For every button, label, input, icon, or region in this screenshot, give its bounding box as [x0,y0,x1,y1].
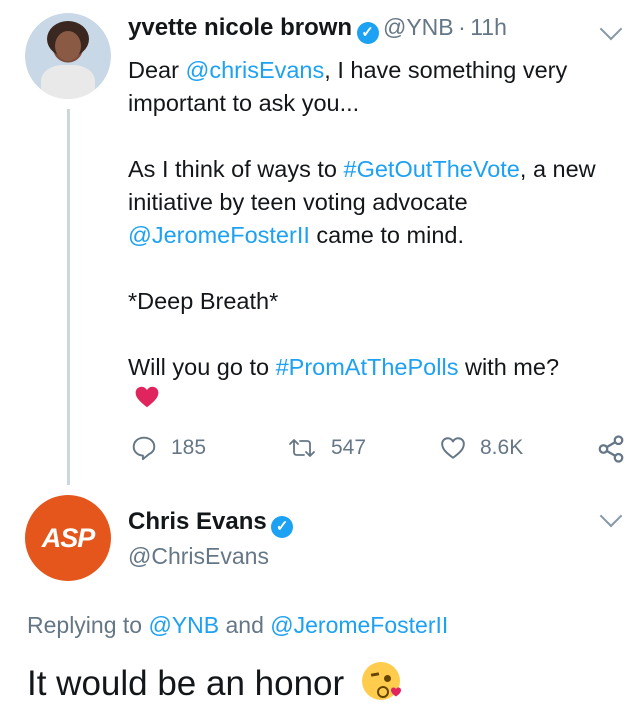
share-icon[interactable] [596,434,626,464]
avatar-shirt [41,65,95,99]
asp-logo-text: ASP [41,523,96,553]
mention-chrisevans[interactable]: @chrisEvans [185,57,324,83]
avatar-chris-evans[interactable]: ASP [25,495,111,581]
tweet-text-segment: As I think of ways to [128,156,344,182]
tweet-text-segment: came to mind. [309,222,464,248]
like-action[interactable]: 8.6K [440,435,523,461]
tweet-text-segment: Dear [128,57,186,83]
avatar-yvette-nicole-brown[interactable] [25,13,111,99]
verified-badge-icon: ✓ [271,516,294,538]
chevron-down-icon[interactable] [599,17,623,41]
replying-to-ynb[interactable]: @YNB [148,612,219,638]
reply-author-handle[interactable]: @ChrisEvans [128,543,269,570]
retweet-count: 547 [331,436,367,459]
separator-dot: · [458,14,466,40]
avatar-face [55,31,81,61]
tweet-body: Dear @chrisEvans, I have something very … [128,54,618,384]
author-name[interactable]: yvette nicole brown [128,14,352,41]
reply-count: 185 [171,436,207,459]
tweet-time[interactable]: 11h [470,14,507,40]
replying-to-and: and [219,612,271,638]
thread-line [67,109,70,485]
replying-to-label: Replying to [27,612,149,638]
author-handle[interactable]: @YNB [383,14,454,40]
tweet-paragraph: *Deep Breath* [128,288,279,314]
tweet-header: yvette nicole brown ✓ @YNB · 11h [128,14,507,44]
reply-action[interactable]: 185 [131,435,206,461]
hashtag-getoutthevote[interactable]: #GetOutTheVote [344,156,520,182]
tweet-paragraph: Will you go to #PromAtThePolls with me? [128,351,618,384]
tweet-paragraph: As I think of ways to #GetOutTheVote, a … [128,153,618,252]
hashtag-promatthepolls[interactable]: #PromAtThePolls [276,354,459,380]
reply-bubble-icon [132,436,156,461]
verified-badge-icon: ✓ [356,22,379,44]
replying-to-line: Replying to @YNB and @JeromeFosterII [27,612,448,639]
retweet-icon [289,439,315,457]
reply-author-name[interactable]: Chris Evans [128,508,267,535]
replying-to-jeromefosterii[interactable]: @JeromeFosterII [270,612,448,638]
tweet-text-segment: Will you go to [128,354,276,380]
retweet-action[interactable]: 547 [287,435,366,461]
mention-jeromefosterii[interactable]: @JeromeFosterII [128,222,310,248]
like-heart-icon [441,437,465,459]
chevron-down-icon[interactable] [599,504,623,528]
tweet-paragraph: Dear @chrisEvans, I have something very … [128,54,618,120]
like-count: 8.6K [480,436,524,459]
face-blowing-a-kiss-emoji-icon [361,662,401,700]
reply-tweet-text: It would be an honor [27,664,345,703]
red-heart-emoji-icon [135,386,159,408]
tweet-text-segment: with me? [458,354,560,380]
reply-tweet-body: It would be an honor [27,662,401,704]
reply-tweet-header: Chris Evans ✓ [128,508,294,538]
